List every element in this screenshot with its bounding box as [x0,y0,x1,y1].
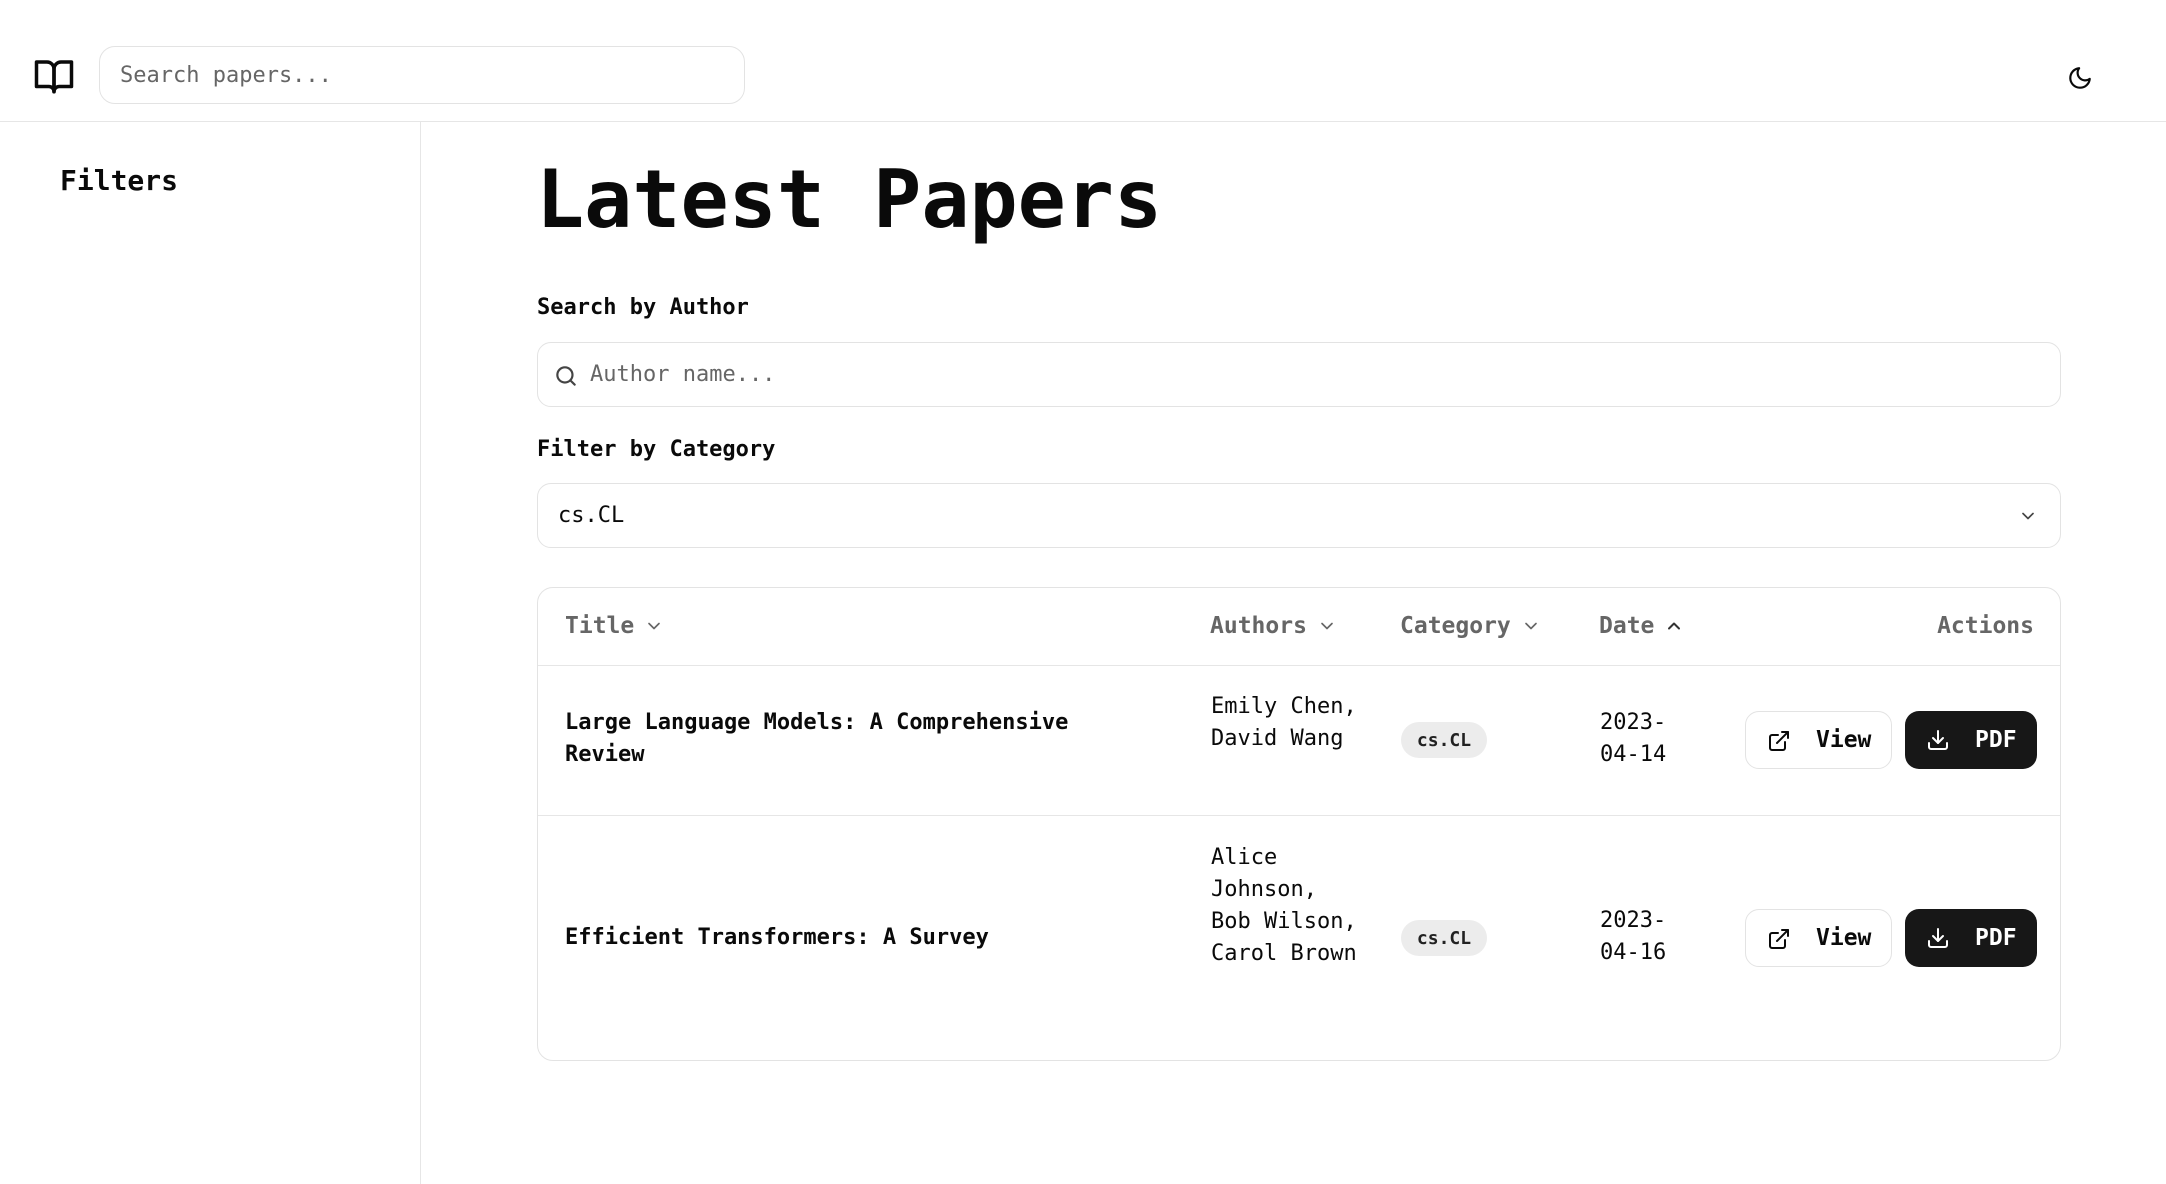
paper-date: 2023-04-14 [1600,710,1667,767]
download-pdf-button[interactable]: PDF [1905,909,2037,967]
category-badge: cs.CL [1401,920,1487,956]
global-search-input[interactable] [99,46,745,104]
category-select-value: cs.CL [558,503,625,528]
view-button-label: View [1816,727,1872,753]
page-title: Latest Papers [536,153,1163,246]
view-button[interactable]: View [1745,909,1892,967]
column-header-category[interactable]: Category [1400,613,1541,639]
pdf-button-label: PDF [1975,727,2017,753]
chevron-down-icon [1524,622,1537,630]
chevron-down-icon [2022,512,2034,520]
paper-date: 2023-04-16 [1600,908,1667,965]
paper-title: Large Language Models: A Comprehensive R… [565,710,1069,767]
download-icon [1928,928,1948,948]
external-link-icon [1769,929,1789,949]
book-open-icon[interactable] [33,55,75,97]
author-search-input[interactable] [590,343,2040,405]
column-header-title[interactable]: Title [565,613,664,639]
author-search-field[interactable] [537,342,2061,407]
sidebar: Filters [0,122,421,1184]
table-row: Efficient Transformers: A Survey Alice J… [538,816,2060,1060]
external-link-icon [1769,731,1789,751]
category-filter-label: Filter by Category [537,437,776,462]
sidebar-title: Filters [60,164,179,197]
category-badge: cs.CL [1401,722,1487,758]
column-header-date[interactable]: Date [1599,613,1684,639]
column-header-authors[interactable]: Authors [1210,613,1337,639]
author-search-label: Search by Author [537,295,749,320]
download-pdf-button[interactable]: PDF [1905,711,2037,769]
top-bar [0,0,2166,122]
chevron-up-icon [1668,622,1681,630]
pdf-button-label: PDF [1975,925,2017,951]
paper-authors: Emily Chen, David Wang [1211,694,1357,751]
moon-icon [2069,67,2091,89]
table-row: Large Language Models: A Comprehensive R… [538,666,2060,816]
category-select[interactable]: cs.CL [537,483,2061,548]
view-button-label: View [1816,925,1872,951]
search-icon [556,366,576,386]
column-header-actions: Actions [1937,613,2034,639]
theme-toggle-button[interactable] [2058,56,2102,100]
papers-table: Title Authors Category Date Actions Larg… [537,587,2061,1061]
view-button[interactable]: View [1745,711,1892,769]
table-header: Title Authors Category Date Actions [538,588,2060,666]
paper-title: Efficient Transformers: A Survey [565,925,989,950]
chevron-down-icon [648,622,661,630]
paper-authors: Alice Johnson, Bob Wilson, Carol Brown [1211,845,1357,966]
download-icon [1928,730,1948,750]
chevron-down-icon [1321,622,1333,630]
